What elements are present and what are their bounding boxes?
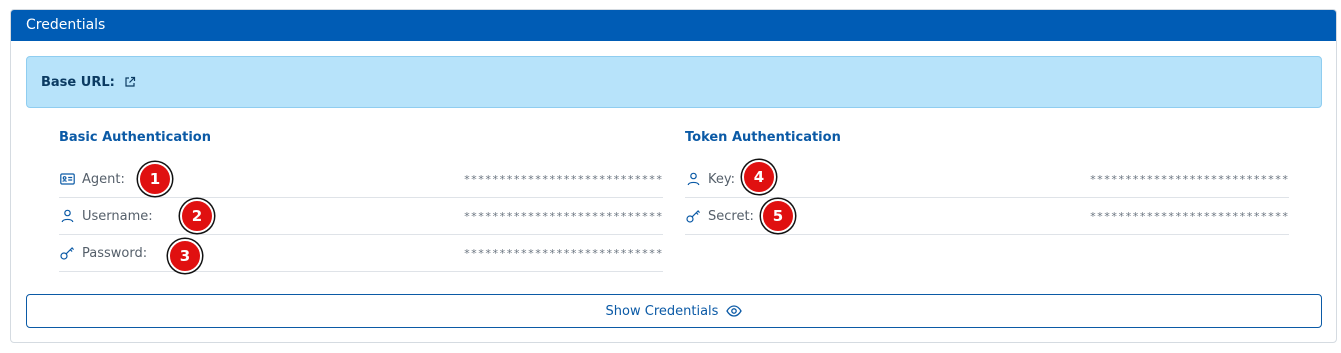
password-row: Password: 3 **************************** [59,235,663,273]
id-card-icon [59,171,75,187]
annotation-badge-2: 2 [180,199,214,233]
eye-icon [726,305,743,317]
key-value: **************************** [1089,172,1289,186]
card-title: Credentials [11,10,1336,41]
secret-row: Secret: 5 **************************** [685,198,1289,235]
username-value: **************************** [463,209,663,223]
basic-auth-title: Basic Authentication [59,130,211,145]
key-row: Key: 4 **************************** [685,160,1289,198]
password-label: Password: [82,245,148,261]
username-label: Username: [82,208,153,224]
password-value: **************************** [463,246,663,260]
annotation-badge-5: 5 [761,199,795,233]
key-icon [685,208,701,224]
user-icon [685,171,701,187]
token-auth-section: Token Authentication Key: 4 ************… [685,128,1289,235]
external-link-icon[interactable] [124,76,136,88]
username-row: Username: 2 **************************** [59,198,663,235]
agent-value: **************************** [463,172,663,186]
key-icon [59,245,75,261]
basic-auth-section: Basic Authentication Agent: 1 **********… [59,128,663,273]
annotation-badge-3: 3 [168,239,202,273]
user-icon [59,208,75,224]
agent-row: Agent: 1 **************************** [59,161,663,198]
show-credentials-button[interactable]: Show Credentials [26,294,1322,328]
secret-label: Secret: [708,208,754,224]
secret-value: **************************** [1089,209,1289,223]
annotation-badge-1: 1 [138,162,172,196]
base-url-alert: Base URL: [26,56,1322,108]
key-label: Key: [708,171,736,187]
token-auth-title: Token Authentication [685,130,841,145]
show-credentials-label: Show Credentials [605,303,719,319]
agent-label: Agent: [82,171,125,187]
credentials-card: Credentials Base URL: Basic Authenticati… [10,9,1337,343]
base-url-label: Base URL: [41,74,115,90]
annotation-badge-4: 4 [742,160,776,194]
